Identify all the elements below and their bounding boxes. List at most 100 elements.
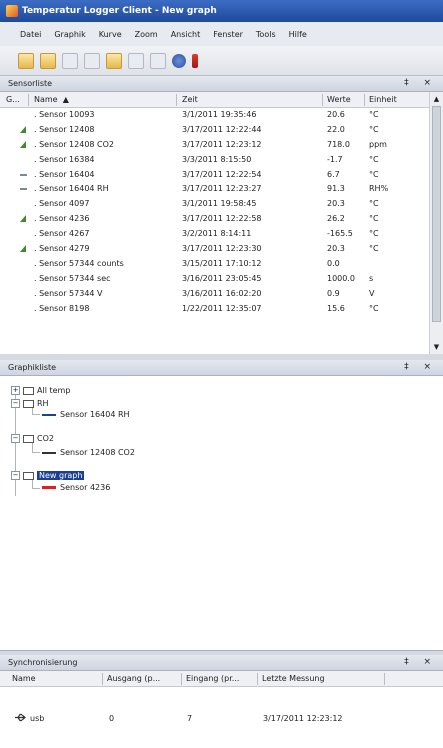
graph-slot-icon xyxy=(20,200,27,207)
sensor-name-text: Sensor 57344 V xyxy=(39,288,103,298)
col-name[interactable]: Name ▲ xyxy=(34,95,69,104)
sensor-time: 3/3/2011 8:15:50 xyxy=(182,154,252,164)
trend-up-icon xyxy=(20,245,26,253)
graph-panel-title: Graphikliste xyxy=(8,363,57,372)
sync-list: Name Ausgang (p... Eingang (pr... Letzte… xyxy=(0,671,443,748)
sensor-time: 3/17/2011 12:23:12 xyxy=(182,139,262,149)
sensor-unit: s xyxy=(369,273,374,283)
window-title-bar[interactable]: Temperatur Logger Client - New graph xyxy=(0,0,443,22)
sensor-scrollbar[interactable]: ▲ ▼ xyxy=(429,92,443,354)
menu-fenster[interactable]: Fenster xyxy=(213,30,243,39)
sensor-value: 6.7 xyxy=(327,169,340,179)
sensor-row[interactable]: . Sensor 4267 3/2/2011 8:14:11 -165.5 °C xyxy=(0,227,430,242)
menu-kurve[interactable]: Kurve xyxy=(99,30,122,39)
sensor-unit: V xyxy=(369,288,375,298)
sort-ascending-icon: ▲ xyxy=(60,95,69,104)
sensor-name: . Sensor 4236 xyxy=(34,214,89,223)
sensor-name: . Sensor 57344 sec xyxy=(34,274,111,283)
graph-node-new-graph[interactable]: − New graph xyxy=(11,471,85,480)
sensor-row[interactable]: . Sensor 8198 1/22/2011 12:35:07 15.6 °C xyxy=(0,302,430,317)
sensor-name: . Sensor 12408 CO2 xyxy=(34,140,114,149)
graph-slot-icon xyxy=(20,305,27,312)
sensor-value: 0.9 xyxy=(327,288,340,298)
sync-out: 0 xyxy=(109,714,115,723)
tree-guide xyxy=(32,452,40,453)
col-sync-name[interactable]: Name xyxy=(12,674,36,683)
col-sync-in[interactable]: Eingang (pr... xyxy=(186,674,239,683)
sensor-unit: °C xyxy=(369,169,379,179)
collapse-icon[interactable]: − xyxy=(11,399,20,408)
sensor-time: 1/22/2011 12:35:07 xyxy=(182,303,262,313)
column-separator xyxy=(102,673,103,685)
menu-hilfe[interactable]: Hilfe xyxy=(289,30,307,39)
graph-node-rh[interactable]: − RH xyxy=(11,399,49,408)
col-graph[interactable]: G... xyxy=(6,95,20,104)
sensor-name-text: Sensor 12408 xyxy=(39,124,95,134)
sync-panel-controls[interactable]: ‡ × xyxy=(404,657,437,667)
curve-node-sensor-4236[interactable]: Sensor 4236 xyxy=(42,483,110,492)
scroll-up-icon[interactable]: ▲ xyxy=(432,94,441,104)
thermometer-icon[interactable] xyxy=(192,53,198,68)
menu-ansicht[interactable]: Ansicht xyxy=(171,30,201,39)
col-sync-last[interactable]: Letzte Messung xyxy=(262,674,325,683)
menu-zoom[interactable]: Zoom xyxy=(135,30,158,39)
sensor-name: . Sensor 16384 xyxy=(34,155,95,164)
col-unit[interactable]: Einheit xyxy=(369,95,397,104)
sensor-row[interactable]: . Sensor 12408 3/17/2011 12:22:44 22.0 °C xyxy=(0,123,430,138)
trend-up-icon xyxy=(20,215,26,223)
sensor-row[interactable]: . Sensor 57344 counts 3/15/2011 17:10:12 0… xyxy=(0,257,430,272)
collapse-icon[interactable]: − xyxy=(11,471,20,480)
export-icon[interactable] xyxy=(106,52,122,69)
col-time[interactable]: Zeit xyxy=(182,95,198,104)
scroll-thumb[interactable] xyxy=(432,106,441,322)
scroll-down-icon[interactable]: ▼ xyxy=(432,342,441,352)
sensor-name-text: Sensor 12408 CO2 xyxy=(39,139,115,149)
window-title: Temperatur Logger Client - New graph xyxy=(22,6,217,16)
sensor-row[interactable]: . Sensor 16404 3/17/2011 12:22:54 6.7 °C xyxy=(0,168,430,183)
curve-node-label: Sensor 12408 CO2 xyxy=(60,448,135,457)
sensor-name: . Sensor 10093 xyxy=(34,110,95,119)
graph-slot-icon xyxy=(20,275,27,282)
sensor-row[interactable]: . Sensor 57344 V 3/16/2011 16:02:20 0.9 V xyxy=(0,287,430,302)
graph-panel-controls[interactable]: ‡ × xyxy=(404,362,437,372)
column-separator xyxy=(257,673,258,685)
curve-node-sensor-16404-rh[interactable]: Sensor 16404 RH xyxy=(42,410,130,419)
graph-node-all-temp[interactable]: + All temp xyxy=(11,386,70,395)
sensor-row[interactable]: . Sensor 16384 3/3/2011 8:15:50 -1.7 °C xyxy=(0,153,430,168)
sensor-row[interactable]: . Sensor 12408 CO2 3/17/2011 12:23:12 718.… xyxy=(0,138,430,153)
settings-icon[interactable] xyxy=(150,52,166,69)
sensor-name: . Sensor 4279 xyxy=(34,244,89,253)
paste-icon[interactable] xyxy=(84,52,100,69)
open-graph-icon[interactable] xyxy=(40,52,56,69)
graph-node-label: CO2 xyxy=(37,434,54,443)
collapse-icon[interactable]: − xyxy=(11,434,20,443)
sensor-rows: . Sensor 10093 3/1/2011 19:35:46 20.6 °C. S… xyxy=(0,108,430,316)
sensor-row[interactable]: . Sensor 10093 3/1/2011 19:35:46 20.6 °C xyxy=(0,108,430,123)
sensor-time: 3/17/2011 12:22:58 xyxy=(182,214,262,224)
sensor-row[interactable]: . Sensor 4236 3/17/2011 12:22:58 26.2 °C xyxy=(0,212,430,227)
sensor-panel-controls[interactable]: ‡ × xyxy=(404,78,437,88)
sensor-time: 3/17/2011 12:22:44 xyxy=(182,124,262,134)
col-value[interactable]: Werte xyxy=(327,95,351,104)
sensor-row[interactable]: . Sensor 57344 sec 3/16/2011 23:05:45 1000… xyxy=(0,272,430,287)
menu-tools[interactable]: Tools xyxy=(256,30,276,39)
help-icon[interactable] xyxy=(172,53,186,68)
col-sync-out[interactable]: Ausgang (p... xyxy=(107,674,160,683)
menu-graphik[interactable]: Graphik xyxy=(54,30,85,39)
column-separator xyxy=(322,94,323,106)
menu-datei[interactable]: Datei xyxy=(20,30,41,39)
graph-node-co2[interactable]: − CO2 xyxy=(11,434,54,443)
copy-icon[interactable] xyxy=(62,52,78,69)
sensor-row[interactable]: . Sensor 4097 3/1/2011 19:58:45 20.3 °C xyxy=(0,197,430,212)
sensor-row[interactable]: . Sensor 4279 3/17/2011 12:23:30 20.3 °C xyxy=(0,242,430,257)
print-icon[interactable] xyxy=(128,52,144,69)
trend-flat-icon xyxy=(20,188,27,191)
expand-icon[interactable]: + xyxy=(11,386,20,395)
sensor-unit: °C xyxy=(369,124,379,134)
new-graph-icon[interactable] xyxy=(18,52,34,69)
sensor-row[interactable]: . Sensor 16404 RH 3/17/2011 12:23:27 91.3 R… xyxy=(0,182,430,197)
sensor-unit: °C xyxy=(369,110,379,119)
curve-node-sensor-12408-co2[interactable]: Sensor 12408 CO2 xyxy=(42,448,135,457)
sensor-panel-title: Sensorliste xyxy=(8,79,53,88)
sensor-panel-header: Sensorliste ‡ × xyxy=(0,76,443,92)
